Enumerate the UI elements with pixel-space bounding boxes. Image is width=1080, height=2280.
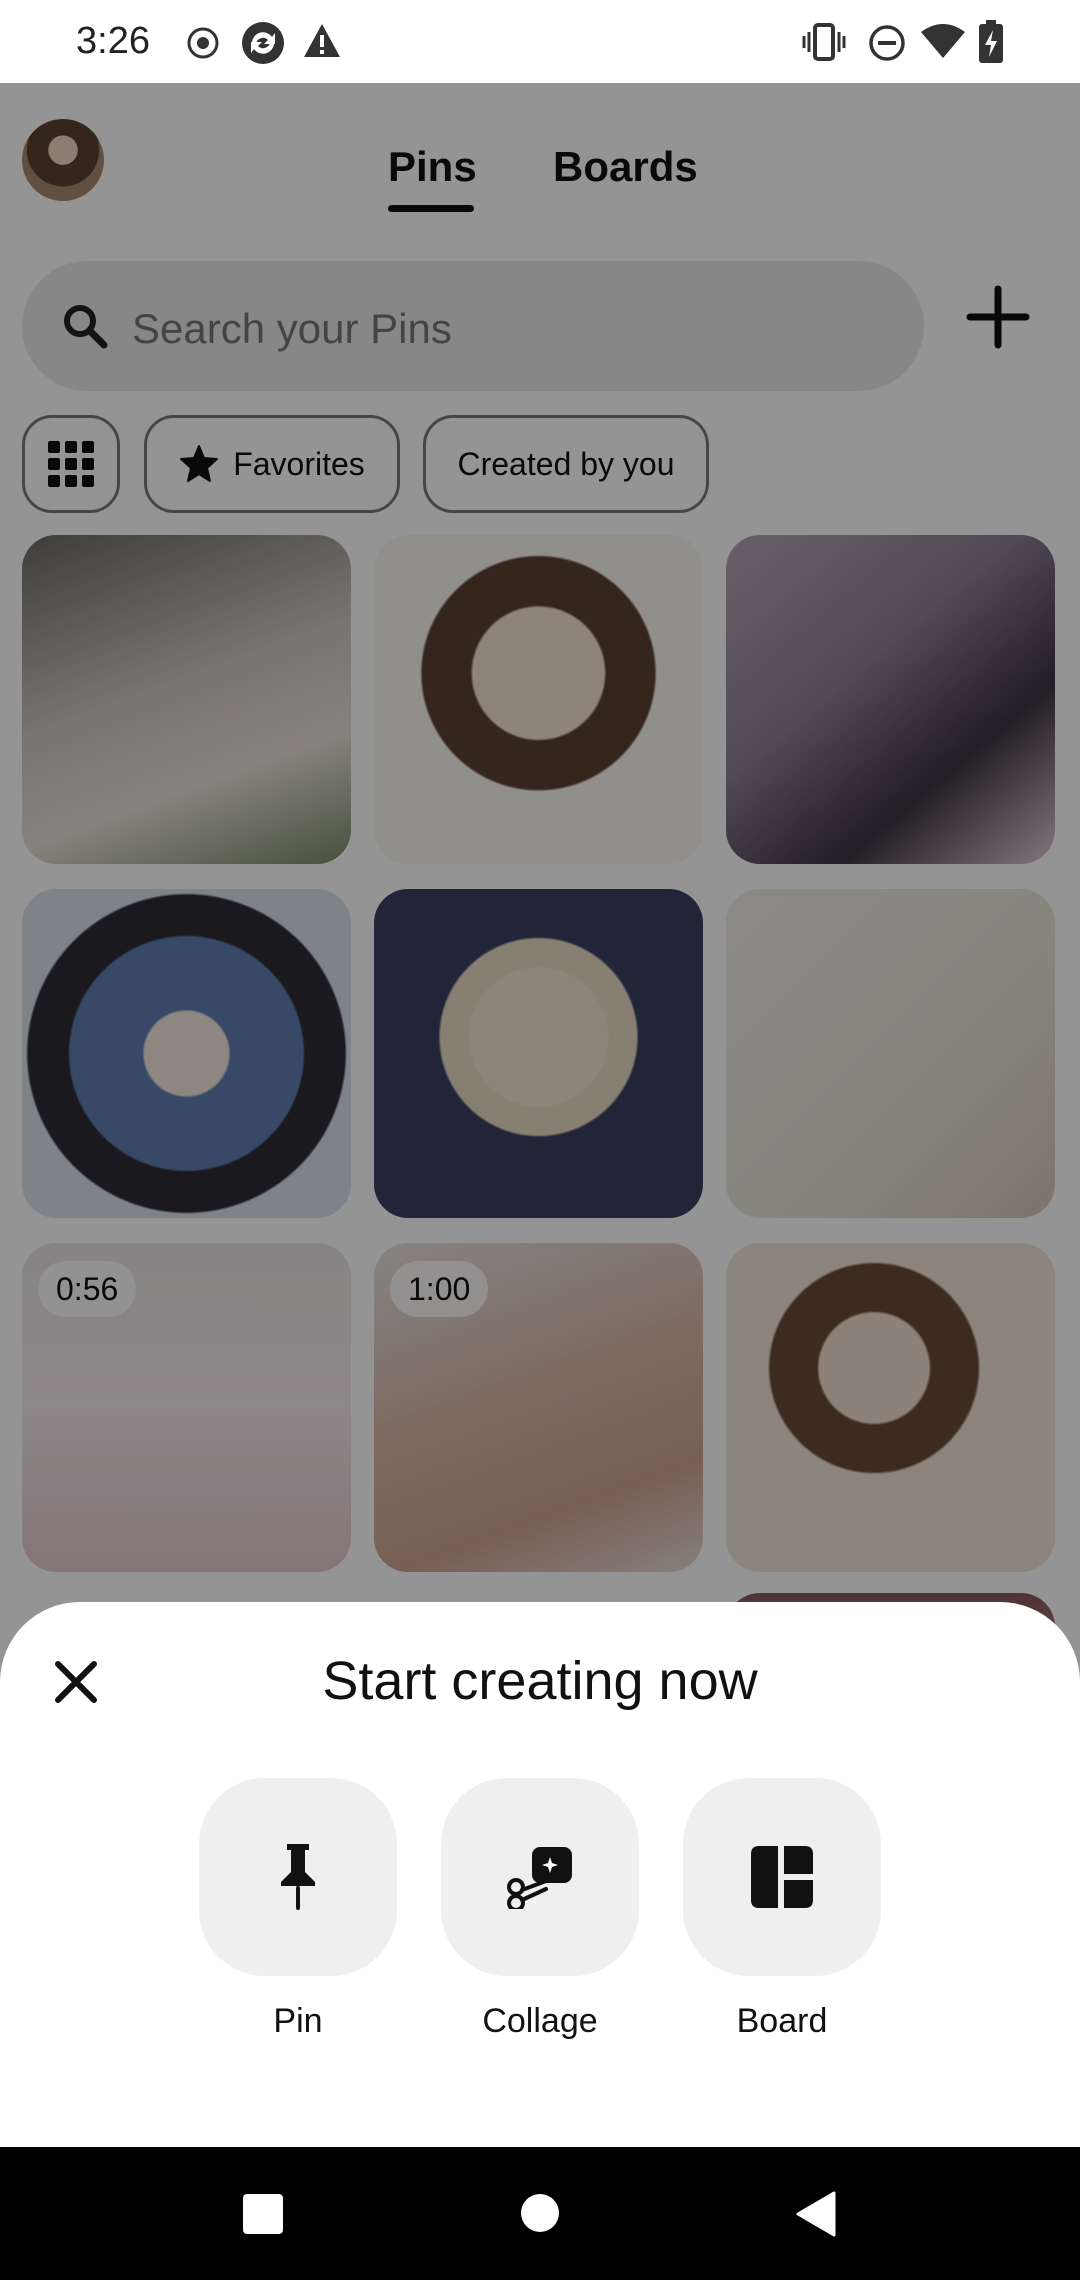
warning-icon [304, 24, 340, 57]
create-board-label: Board [736, 2002, 828, 2040]
do-not-disturb-icon [869, 25, 905, 61]
status-bar: 3:26 [0, 0, 1080, 83]
system-nav-bar [0, 2147, 1080, 2280]
create-collage-label: Collage [482, 2002, 598, 2040]
create-board-button[interactable]: Board [683, 1778, 881, 2041]
create-collage-tile[interactable] [441, 1778, 639, 1976]
create-collage-button[interactable]: Collage [441, 1778, 639, 2041]
battery-charging-icon [979, 20, 1003, 63]
vibrate-icon [802, 23, 846, 61]
create-pin-tile[interactable] [199, 1778, 397, 1976]
pushpin-icon [281, 1844, 315, 1910]
home-icon[interactable] [520, 2193, 560, 2233]
collage-scissors-icon [507, 1847, 572, 1909]
create-bottom-sheet: Start creating now Pin Collage Board [0, 1602, 1080, 2147]
create-pin-button[interactable]: Pin [199, 1778, 397, 2041]
record-icon [187, 27, 219, 59]
sync-icon [242, 22, 284, 64]
recents-icon[interactable] [242, 2193, 284, 2235]
sheet-title: Start creating now [322, 1651, 758, 1711]
create-pin-label: Pin [273, 2002, 323, 2040]
board-layout-icon [751, 1846, 813, 1908]
create-board-tile[interactable] [683, 1778, 881, 1976]
wifi-icon [921, 24, 965, 58]
status-time: 3:26 [76, 20, 150, 62]
back-icon[interactable] [796, 2191, 836, 2237]
